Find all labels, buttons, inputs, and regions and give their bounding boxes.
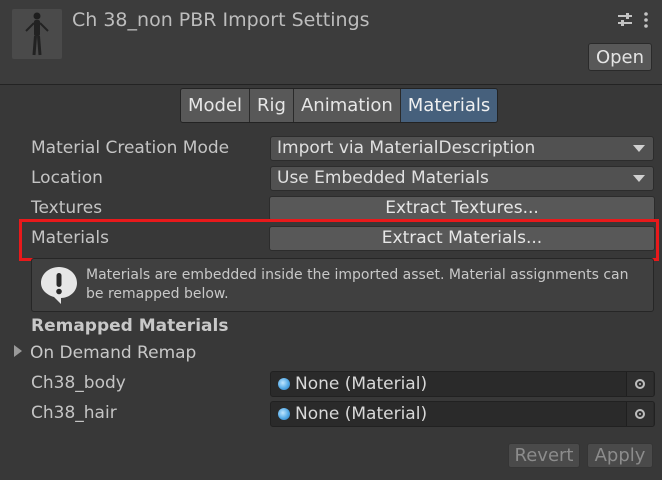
inspector-header: Ch 38_non PBR Import Settings Open bbox=[0, 0, 662, 85]
ch38-body-material-value: None (Material) bbox=[295, 374, 428, 394]
material-creation-mode-value: Import via MaterialDescription bbox=[277, 138, 536, 158]
extract-textures-button[interactable]: Extract Textures... bbox=[269, 196, 655, 221]
material-icon bbox=[278, 408, 290, 420]
tab-materials[interactable]: Materials bbox=[400, 89, 498, 122]
dropdown-arrow-icon bbox=[633, 175, 645, 182]
help-text: Materials are embedded inside the import… bbox=[86, 267, 629, 302]
ch38-body-material-field[interactable]: None (Material) bbox=[270, 371, 655, 397]
preset-sliders-icon[interactable] bbox=[617, 12, 633, 32]
tab-animation[interactable]: Animation bbox=[293, 89, 401, 122]
textures-label: Textures bbox=[31, 198, 103, 218]
open-button[interactable]: Open bbox=[588, 43, 652, 71]
location-value: Use Embedded Materials bbox=[277, 168, 489, 188]
ch38-hair-material-value: None (Material) bbox=[295, 404, 428, 424]
object-picker-icon[interactable] bbox=[626, 402, 653, 426]
tab-model[interactable]: Model bbox=[181, 89, 251, 122]
material-creation-mode-dropdown[interactable]: Import via MaterialDescription bbox=[270, 136, 654, 161]
inspector-title: Ch 38_non PBR Import Settings bbox=[72, 9, 370, 31]
model-thumbnail bbox=[12, 9, 62, 59]
highlight-box bbox=[19, 219, 659, 261]
on-demand-remap-foldout[interactable]: On Demand Remap bbox=[14, 343, 196, 363]
tab-rig[interactable]: Rig bbox=[250, 89, 294, 122]
foldout-arrow-icon bbox=[14, 345, 22, 357]
apply-button[interactable]: Apply bbox=[587, 443, 653, 468]
remapped-materials-heading: Remapped Materials bbox=[31, 316, 229, 336]
material-creation-mode-label: Material Creation Mode bbox=[31, 138, 230, 158]
character-figure-icon bbox=[25, 12, 49, 56]
warning-exclamation-icon bbox=[41, 267, 77, 304]
ch38-hair-label: Ch38_hair bbox=[31, 403, 117, 423]
material-icon bbox=[278, 378, 290, 390]
location-label: Location bbox=[31, 168, 103, 188]
revert-button[interactable]: Revert bbox=[508, 443, 580, 468]
kebab-menu-icon[interactable] bbox=[643, 12, 649, 32]
location-dropdown[interactable]: Use Embedded Materials bbox=[270, 166, 654, 191]
ch38-hair-material-field[interactable]: None (Material) bbox=[270, 401, 655, 427]
import-tabs: Model Rig Animation Materials bbox=[180, 88, 499, 123]
ch38-body-label: Ch38_body bbox=[31, 373, 126, 393]
on-demand-remap-label: On Demand Remap bbox=[30, 343, 197, 363]
help-box: Materials are embedded inside the import… bbox=[31, 258, 654, 312]
object-picker-icon[interactable] bbox=[626, 372, 653, 396]
dropdown-arrow-icon bbox=[633, 145, 645, 152]
